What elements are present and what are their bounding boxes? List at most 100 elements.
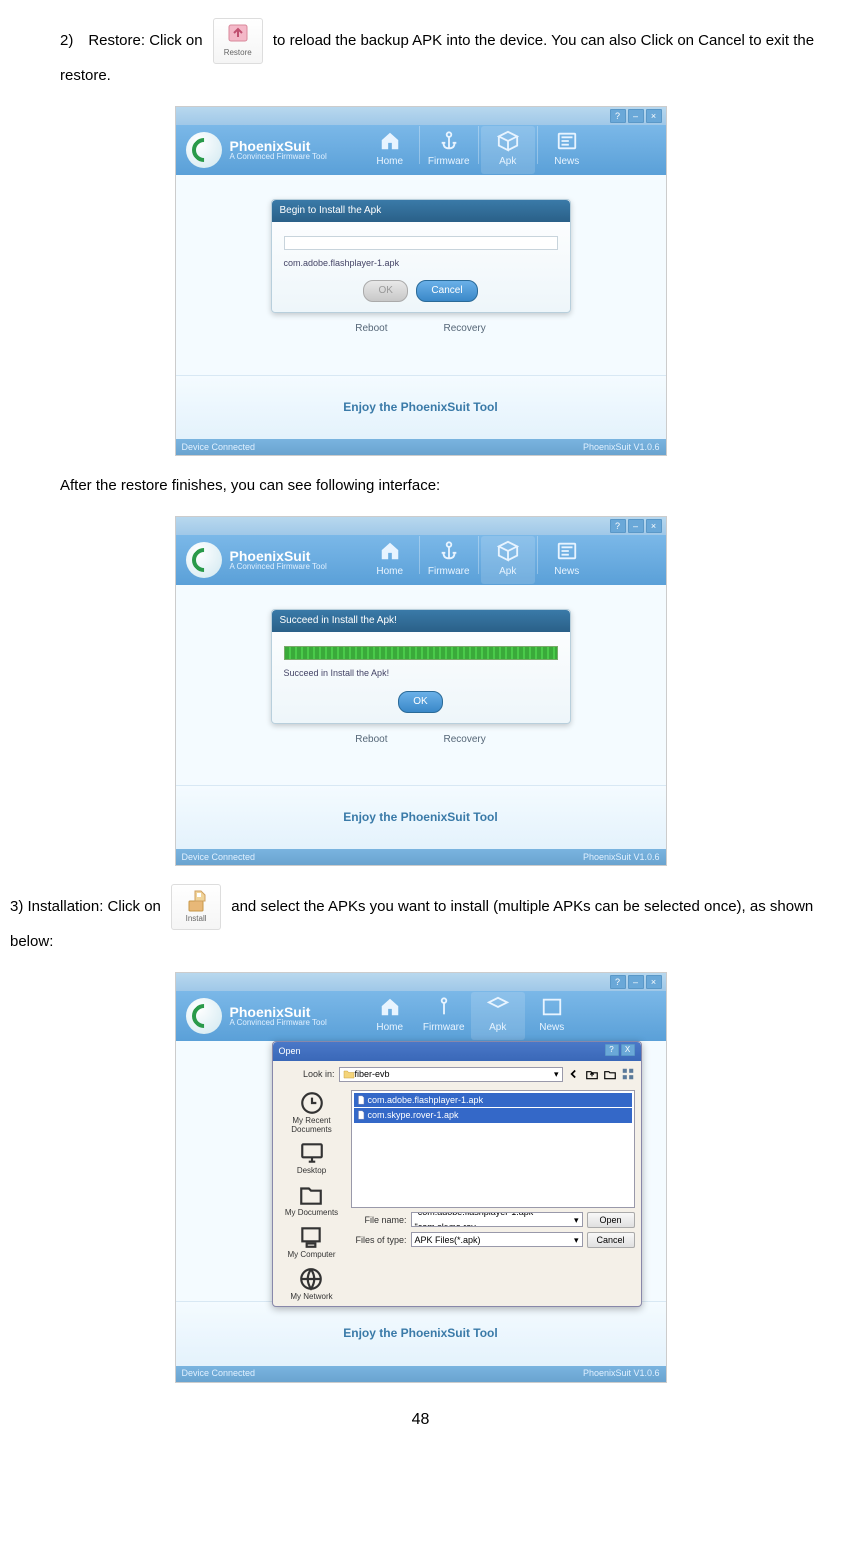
nav-news[interactable]: News — [540, 536, 594, 584]
side-recent[interactable]: My Recent Documents — [277, 1090, 347, 1135]
footer-band: Enjoy the PhoenixSuit Tool — [176, 1301, 666, 1365]
side-desktop[interactable]: Desktop — [297, 1140, 327, 1176]
nav-apk[interactable]: Apk — [481, 536, 535, 584]
news-icon — [539, 996, 565, 1018]
open-help-button[interactable]: ? — [605, 1044, 619, 1056]
nav-home[interactable]: Home — [363, 992, 417, 1040]
file-icon — [356, 1095, 366, 1105]
screenshot-restore-dialog: ? – × PhoenixSuit A Convinced Firmware T… — [175, 106, 667, 456]
nav-firmware-label: Firmware — [423, 1022, 465, 1033]
dialog-title: Begin to Install the Apk — [272, 200, 570, 222]
lookin-label: Look in: — [279, 1067, 335, 1081]
open-dialog-titlebar: Open ? X — [273, 1042, 641, 1060]
desktop-icon — [297, 1140, 327, 1166]
cube-icon — [485, 996, 511, 1018]
progress-bar-full — [284, 646, 558, 660]
nav-news-label: News — [539, 1022, 564, 1033]
home-icon — [377, 996, 403, 1018]
nav-home-label: Home — [376, 1022, 403, 1033]
filename-label: File name: — [351, 1213, 407, 1227]
file-list[interactable]: com.adobe.flashplayer-1.apk com.skype.ro… — [351, 1090, 635, 1208]
cancel-open-button[interactable]: Cancel — [587, 1232, 635, 1248]
news-icon — [554, 540, 580, 562]
anchor-icon — [431, 996, 457, 1018]
ok-button[interactable]: OK — [398, 691, 442, 713]
install-succeed-dialog: Succeed in Install the Apk! Succeed in I… — [271, 609, 571, 723]
nav-apk[interactable]: Apk — [471, 992, 525, 1040]
open-close-button[interactable]: X — [621, 1044, 635, 1056]
cube-icon — [495, 130, 521, 152]
close-button[interactable]: × — [646, 109, 662, 123]
nav-news[interactable]: News — [525, 992, 579, 1040]
close-button[interactable]: × — [646, 975, 662, 989]
recovery-button[interactable]: Recovery — [436, 319, 494, 339]
brand-block: PhoenixSuit A Convinced Firmware Tool — [230, 139, 327, 161]
nav-news-label: News — [554, 566, 579, 577]
minimize-button[interactable]: – — [628, 975, 644, 989]
progress-bar — [284, 236, 558, 250]
brand-name: PhoenixSuit — [230, 1005, 327, 1019]
lookin-dropdown[interactable]: fiber-evb ▾ — [339, 1067, 563, 1082]
nav-apk[interactable]: Apk — [481, 126, 535, 174]
nav-home-label: Home — [376, 566, 403, 577]
restore-icon: Restore — [213, 18, 263, 64]
filetype-dropdown[interactable]: APK Files(*.apk)▾ — [411, 1232, 583, 1247]
back-icon[interactable] — [567, 1067, 581, 1081]
side-mydocs[interactable]: My Documents — [285, 1182, 338, 1218]
cancel-button[interactable]: Cancel — [416, 280, 477, 302]
reboot-button[interactable]: Reboot — [347, 730, 395, 750]
side-network[interactable]: My Network — [290, 1266, 332, 1302]
ok-button[interactable]: OK — [363, 280, 407, 302]
file-item[interactable]: com.adobe.flashplayer-1.apk — [354, 1093, 632, 1107]
recent-icon — [297, 1090, 327, 1116]
minimize-button[interactable]: – — [628, 519, 644, 533]
step-2-text: 2) Restore: Click on Restore to reload t… — [0, 18, 841, 88]
install-icon-label: Install — [172, 915, 220, 923]
content-area: Begin to Install the Apk com.adobe.flash… — [176, 175, 666, 375]
page-number: 48 — [0, 1407, 841, 1433]
computer-icon — [296, 1224, 326, 1250]
open-button[interactable]: Open — [587, 1212, 635, 1228]
nav-firmware[interactable]: Firmware — [417, 992, 471, 1040]
nav-news[interactable]: News — [540, 126, 594, 174]
file-open-dialog: Open ? X Look in: fiber-evb ▾ — [272, 1041, 642, 1306]
brand-block: PhoenixSuit A Convinced Firmware Tool — [230, 1005, 327, 1027]
statusbar: Device Connected PhoenixSuit V1.0.6 — [176, 1366, 666, 1382]
status-right: PhoenixSuit V1.0.6 — [583, 850, 660, 864]
new-folder-icon[interactable] — [603, 1067, 617, 1081]
file-item[interactable]: com.skype.rover-1.apk — [354, 1108, 632, 1122]
nav-apk-label: Apk — [499, 566, 516, 577]
dialog-title: Succeed in Install the Apk! — [272, 610, 570, 632]
reboot-button[interactable]: Reboot — [347, 319, 395, 339]
brand-name: PhoenixSuit — [230, 549, 327, 563]
help-button[interactable]: ? — [610, 519, 626, 533]
nav-news-label: News — [554, 156, 579, 167]
nav-firmware[interactable]: Firmware — [422, 126, 476, 174]
under-buttons: Reboot Recovery — [176, 319, 666, 339]
status-left: Device Connected — [182, 1366, 256, 1380]
view-menu-icon[interactable] — [621, 1067, 635, 1081]
nav-home[interactable]: Home — [363, 126, 417, 174]
help-button[interactable]: ? — [610, 975, 626, 989]
close-button[interactable]: × — [646, 519, 662, 533]
filetype-label: Files of type: — [351, 1233, 407, 1247]
install-begin-dialog: Begin to Install the Apk com.adobe.flash… — [271, 199, 571, 313]
minimize-button[interactable]: – — [628, 109, 644, 123]
filename-row: File name: "com.adobe.flashplayer-1.apk"… — [351, 1212, 635, 1228]
anchor-icon — [436, 130, 462, 152]
status-right: PhoenixSuit V1.0.6 — [583, 440, 660, 454]
lookin-value: fiber-evb — [355, 1067, 390, 1081]
lookin-row: Look in: fiber-evb ▾ — [279, 1067, 635, 1082]
step-3-text: 3) Installation: Click on Install and se… — [0, 884, 841, 954]
app-logo-icon — [186, 998, 222, 1034]
filename-input[interactable]: "com.adobe.flashplayer-1.apk" "com.skype… — [411, 1212, 583, 1227]
nav-firmware[interactable]: Firmware — [422, 536, 476, 584]
help-button[interactable]: ? — [610, 109, 626, 123]
side-mycomp[interactable]: My Computer — [287, 1224, 335, 1260]
up-folder-icon[interactable] — [585, 1067, 599, 1081]
folder-icon — [296, 1182, 326, 1208]
nav-home[interactable]: Home — [363, 536, 417, 584]
recovery-button[interactable]: Recovery — [436, 730, 494, 750]
folder-icon — [343, 1069, 355, 1079]
file-icon — [356, 1110, 366, 1120]
